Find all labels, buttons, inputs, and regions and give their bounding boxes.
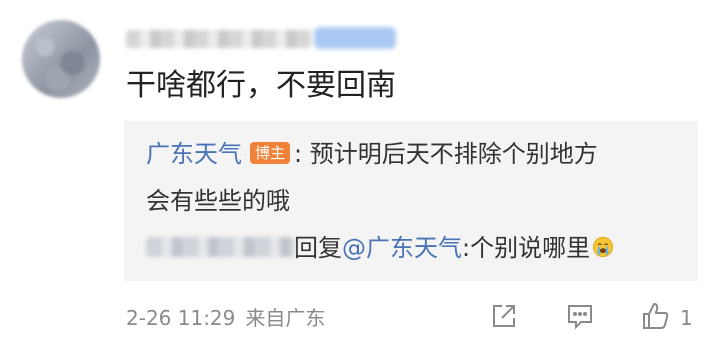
- username[interactable]: [126, 30, 312, 48]
- quote-text-part1: : 预计明后天不排除个别地方: [294, 140, 598, 168]
- comment-time: 2-26 11:29: [126, 306, 236, 330]
- comment-icon[interactable]: [564, 300, 596, 332]
- username-tag: [314, 27, 396, 49]
- thumbs-up-icon[interactable]: [640, 300, 672, 332]
- reply-mention-link[interactable]: @广东天气: [342, 234, 462, 262]
- share-icon[interactable]: [488, 300, 520, 332]
- comment-meta: 2-26 11:29 来自广东: [126, 304, 325, 332]
- quote-author-link[interactable]: 广东天气: [146, 140, 242, 168]
- comment-source: 来自广东: [245, 306, 326, 330]
- reply-username[interactable]: [146, 237, 294, 257]
- quote-line-1: 广东天气 博主: 预计明后天不排除个别地方: [146, 137, 598, 171]
- reply-line: 回复@广东天气:个别说哪里: [146, 231, 614, 265]
- author-badge: 博主: [250, 142, 291, 164]
- quote-text-part2: 会有些些的哦: [146, 187, 290, 215]
- reply-label: 回复: [294, 234, 342, 262]
- quote-line-2: 会有些些的哦: [146, 184, 290, 218]
- crying-emoji-icon: [593, 236, 614, 258]
- avatar[interactable]: [22, 20, 100, 98]
- like-count: 1: [680, 306, 693, 330]
- comment-text: 干啥都行，不要回南: [126, 68, 396, 103]
- reply-text: :个别说哪里: [462, 234, 591, 262]
- quoted-reply-box[interactable]: 广东天气 博主: 预计明后天不排除个别地方 会有些些的哦 回复@广东天气:个别说哪…: [124, 121, 698, 281]
